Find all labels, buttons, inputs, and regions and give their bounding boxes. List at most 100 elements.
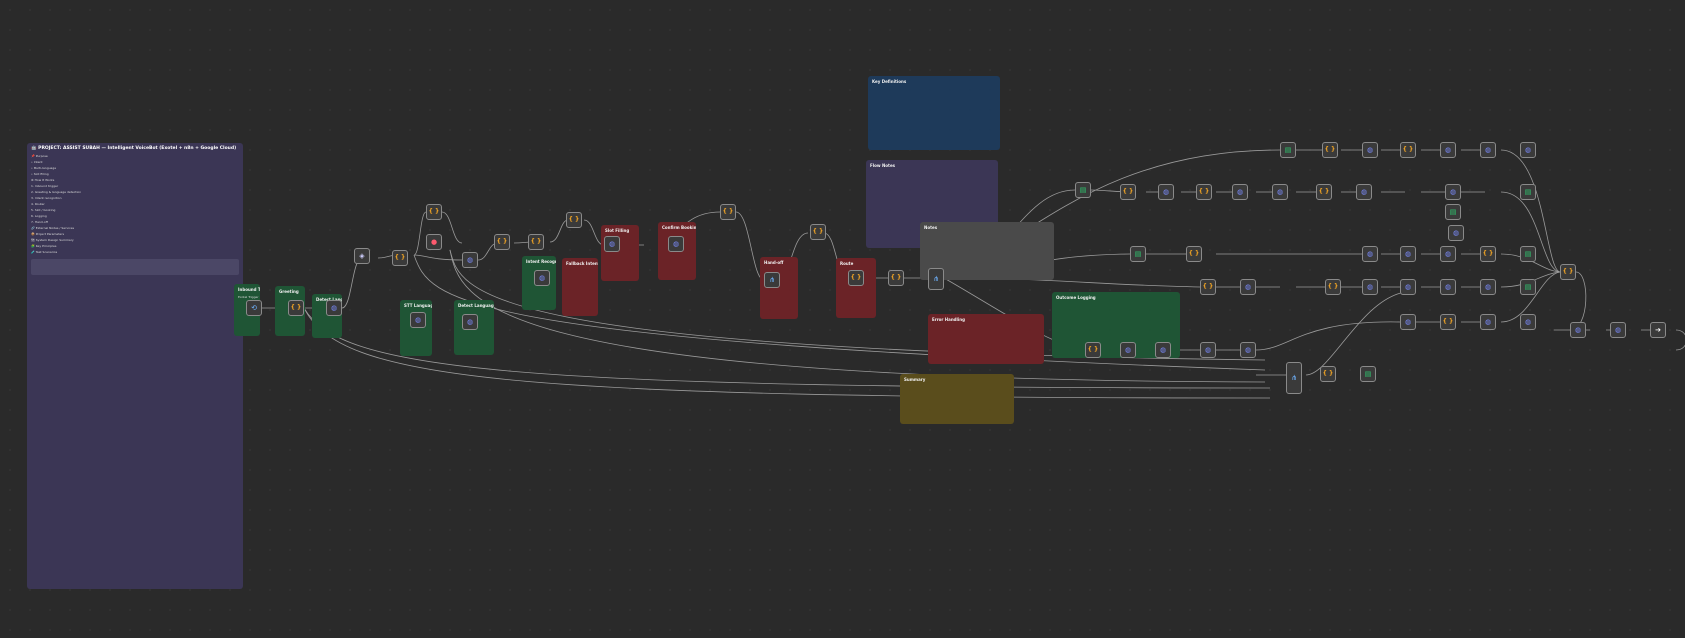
http-icon: ◍	[1484, 145, 1492, 154]
node-t-http4[interactable]: ◍	[1520, 142, 1536, 158]
sticky-note-n-keydef[interactable]: Key Definitions	[868, 76, 1000, 150]
code-icon: { }	[530, 238, 542, 245]
node-http-f[interactable]: ◍	[668, 236, 684, 252]
node-y-http2[interactable]: ◍	[1610, 322, 1626, 338]
node-code-a[interactable]: { }	[392, 250, 408, 266]
workflow-canvas[interactable]: 🤖 PROJECT: ASSIST SUBAH — Intelligent Vo…	[0, 0, 1685, 638]
sticky-note-n-slot[interactable]: Slot Filling	[601, 225, 639, 281]
node-u-code2[interactable]: { }	[1480, 246, 1496, 262]
http-icon: ◍	[1484, 282, 1492, 291]
http-icon: ◍	[1124, 345, 1132, 354]
sticky-note-n-fallback[interactable]: Fallback Intent	[562, 258, 598, 316]
http-icon: ◍	[1244, 282, 1252, 291]
node-x-http4[interactable]: ◍	[1240, 342, 1256, 358]
node-code-g[interactable]: { }	[810, 224, 826, 240]
node-s-http2[interactable]: ◍	[1232, 184, 1248, 200]
http-icon: ◍	[1524, 145, 1532, 154]
node-s-code2[interactable]: { }	[1196, 184, 1212, 200]
node-x-http2[interactable]: ◍	[1155, 342, 1171, 358]
node-s-http4[interactable]: ◍	[1356, 184, 1372, 200]
sticky-note-n-route[interactable]: Route	[836, 258, 876, 318]
node-tts-node[interactable]: ◈	[354, 248, 370, 264]
node-lang-http[interactable]: ◍	[326, 300, 342, 316]
node-t-sheet[interactable]: ▤	[1280, 142, 1296, 158]
node-code-f[interactable]: { }	[720, 204, 736, 220]
http-icon: ◍	[466, 317, 474, 326]
node-u-http[interactable]: ◍	[1362, 246, 1378, 262]
node-t-http1[interactable]: ◍	[1362, 142, 1378, 158]
node-t-http3[interactable]: ◍	[1480, 142, 1496, 158]
node-v-http3[interactable]: ◍	[1400, 279, 1416, 295]
node-s-code3[interactable]: { }	[1316, 184, 1332, 200]
node-w-http1[interactable]: ◍	[1400, 314, 1416, 330]
node-v-code2[interactable]: { }	[1325, 279, 1341, 295]
node-v-http1[interactable]: ◍	[1240, 279, 1256, 295]
code-icon: { }	[1324, 146, 1336, 153]
node-code-h[interactable]: { }	[848, 270, 864, 286]
node-merge[interactable]: { }	[1560, 264, 1576, 280]
node-w-sheet[interactable]: ▤	[1445, 204, 1461, 220]
project-overview-note[interactable]: 🤖 PROJECT: ASSIST SUBAH — Intelligent Vo…	[27, 143, 243, 589]
node-s-code1[interactable]: { }	[1120, 184, 1136, 200]
sticky-note-title: STT Language	[404, 303, 432, 308]
project-overview-body: 📌 Purpose • Intent • Multi-language • Slot …	[27, 153, 243, 255]
node-code-i[interactable]: { }	[888, 270, 904, 286]
node-x-code2[interactable]: { }	[1320, 366, 1336, 382]
node-u-code[interactable]: { }	[1186, 246, 1202, 262]
node-v-code1[interactable]: { }	[1200, 279, 1216, 295]
sticky-note-n-lang2[interactable]: STT Language	[400, 300, 432, 356]
node-u-http3[interactable]: ◍	[1440, 246, 1456, 262]
node-x-route[interactable]: ⋔	[1286, 362, 1302, 394]
node-greet-code[interactable]: { }	[288, 300, 304, 316]
node-t-code1[interactable]: { }	[1322, 142, 1338, 158]
node-x-code1[interactable]: { }	[1085, 342, 1101, 358]
node-w-http3[interactable]: ◍	[1520, 314, 1536, 330]
node-http-d[interactable]: ◍	[534, 270, 550, 286]
node-t-sheet2[interactable]: ▤	[1520, 184, 1536, 200]
node-end[interactable]: ➔	[1650, 322, 1666, 338]
node-err-node[interactable]: ●	[426, 234, 442, 250]
http-icon: ◍	[672, 239, 680, 248]
node-s-http5[interactable]: ◍	[1445, 184, 1461, 200]
sticky-note-n-yellow[interactable]: Summary	[900, 374, 1014, 424]
node-code-d[interactable]: { }	[528, 234, 544, 250]
sheet-icon: ▤	[1284, 145, 1292, 154]
node-code-b[interactable]: { }	[426, 204, 442, 220]
sticky-note-title: Detect Language (API)	[458, 303, 494, 308]
sticky-note-title: Notes	[924, 225, 938, 230]
node-http-c[interactable]: ◍	[462, 314, 478, 330]
ai-icon: ◈	[359, 251, 365, 260]
node-code-c[interactable]: { }	[494, 234, 510, 250]
node-x-http5[interactable]: ◍	[1448, 225, 1464, 241]
node-v-sheet[interactable]: ▤	[1520, 279, 1536, 295]
node-v-http5[interactable]: ◍	[1480, 279, 1496, 295]
node-t-http2[interactable]: ◍	[1440, 142, 1456, 158]
node-v-http2[interactable]: ◍	[1362, 279, 1378, 295]
node-s-sheet1[interactable]: ▤	[1075, 182, 1091, 198]
node-v-http4[interactable]: ◍	[1440, 279, 1456, 295]
node-route-a[interactable]: ⋔	[764, 272, 780, 288]
code-icon: { }	[1322, 370, 1334, 377]
code-icon: { }	[850, 274, 862, 281]
node-router[interactable]: ⋔	[928, 268, 944, 290]
node-s-http3[interactable]: ◍	[1272, 184, 1288, 200]
node-u-sheet2[interactable]: ▤	[1520, 246, 1536, 262]
sticky-note-n-red2[interactable]: Error Handling	[928, 314, 1044, 364]
node-w-http2[interactable]: ◍	[1480, 314, 1496, 330]
node-code-e[interactable]: { }	[566, 212, 582, 228]
sticky-note-n-handoff[interactable]: Hand-off	[760, 257, 798, 319]
node-http-e[interactable]: ◍	[604, 236, 620, 252]
node-u-sheet[interactable]: ▤	[1130, 246, 1146, 262]
node-u-http2[interactable]: ◍	[1400, 246, 1416, 262]
node-http-a[interactable]: ◍	[462, 252, 478, 268]
node-x-http3[interactable]: ◍	[1200, 342, 1216, 358]
node-exotel[interactable]: ⟲	[246, 300, 262, 316]
node-http-b[interactable]: ◍	[410, 312, 426, 328]
node-w-code1[interactable]: { }	[1440, 314, 1456, 330]
node-y-http1[interactable]: ◍	[1570, 322, 1586, 338]
node-x-http1[interactable]: ◍	[1120, 342, 1136, 358]
node-t-code2[interactable]: { }	[1400, 142, 1416, 158]
code-icon: { }	[1442, 318, 1454, 325]
node-x-sheet[interactable]: ▤	[1360, 366, 1376, 382]
node-s-http1[interactable]: ◍	[1158, 184, 1174, 200]
